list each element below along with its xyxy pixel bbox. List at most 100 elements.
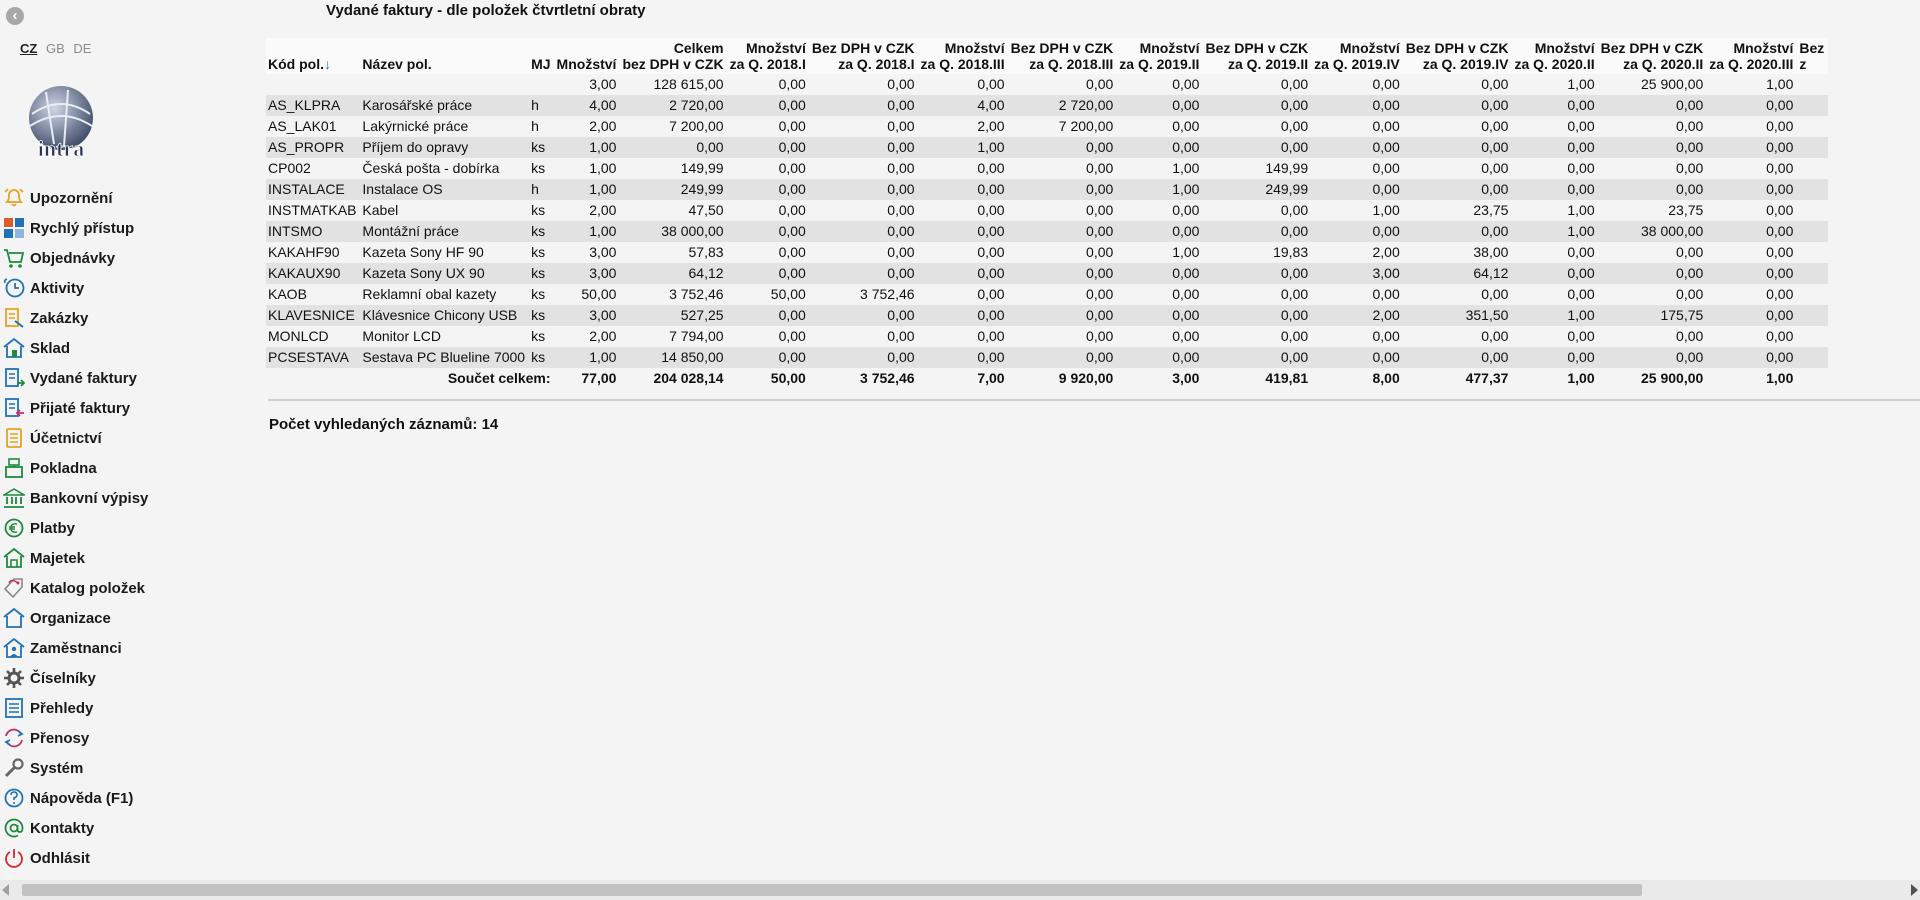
nav-item-label: Majetek <box>30 549 86 567</box>
table-cell: 0,00 <box>1481 181 1509 197</box>
table-cell: 2,00 <box>1372 307 1400 323</box>
lang-cz[interactable]: CZ <box>20 41 37 56</box>
sidebar: ‹ CZ GB DE intra Upozornění Rychlý přístu… <box>0 0 262 880</box>
table-cell: 0,00 <box>1086 286 1114 302</box>
table-row[interactable]: KLAVESNICE Klávesnice Chicony USB ks 3,00 52… <box>266 305 1829 326</box>
nav-item-received-invoice[interactable]: Přijaté faktury <box>0 393 262 423</box>
table-row[interactable]: INSTALACE Instalace OS h 1,00 249,99 0,00 0,00… <box>266 179 1829 200</box>
nav-item-employees[interactable]: Zaměstnanci <box>0 633 262 663</box>
table-cell: 0,00 <box>887 181 915 197</box>
table-row[interactable]: INTSMO Montážní práce ks 1,00 38 000,00 0,00 0… <box>266 221 1829 242</box>
table-cell: 149,99 <box>680 160 724 176</box>
table-row[interactable]: AS_KLPRA Karosářské práce h 4,00 2 720,00 0,0… <box>266 95 1829 116</box>
table-cell: 0,00 <box>1481 139 1509 155</box>
nav-item-clock[interactable]: Aktivity <box>0 273 262 303</box>
nav-item-power[interactable]: Odhlásit <box>0 843 262 873</box>
column-header[interactable]: Název pol. <box>360 38 530 74</box>
table-cell <box>1797 137 1828 158</box>
record-count: Počet vyhledaných záznamů: 14 <box>269 416 499 433</box>
nav-item-quick-access[interactable]: Rychlý přístup <box>0 213 262 243</box>
column-header[interactable]: Bez DPH v CZK za Q. 2019.II <box>1203 38 1313 74</box>
column-header[interactable]: Množství za Q. 2018.III <box>918 38 1009 74</box>
table-row[interactable]: MONLCD Monitor LCD ks 2,00 7 794,00 0,00 0,00 0… <box>266 326 1829 347</box>
column-header[interactable]: Kód pol.↓ <box>266 38 361 74</box>
table-row[interactable]: KAKAHF90 Kazeta Sony HF 90 ks 3,00 57,83 0,00… <box>266 242 1829 263</box>
table-cell: 0,00 <box>1280 349 1309 365</box>
table-cell: 0,00 <box>1676 265 1704 281</box>
nav-item-issued-invoice[interactable]: Vydané faktury <box>0 363 262 393</box>
report-table-wrapper: Kód pol.↓ Název pol. MJ Množství Celkem bez D… <box>266 38 1920 389</box>
table-row[interactable]: AS_LAK01 Lakýrnické práce h 2,00 7 200,00 0,0… <box>266 116 1829 137</box>
lang-de[interactable]: DE <box>73 41 91 56</box>
column-header[interactable]: Bez DPH v CZK za Q. 2020.II <box>1598 38 1708 74</box>
nav-item-wrench[interactable]: Systém <box>0 753 262 783</box>
nav-item-at[interactable]: Kontakty <box>0 813 262 843</box>
column-header[interactable]: Množství za Q. 2020.II <box>1512 38 1599 74</box>
nav-item-property[interactable]: Majetek <box>0 543 262 573</box>
table-cell: 0,00 <box>1172 265 1200 281</box>
lang-gb[interactable]: GB <box>46 41 65 56</box>
nav-item-bell[interactable]: Upozornění <box>0 183 262 213</box>
nav-item-warehouse[interactable]: Sklad <box>0 333 262 363</box>
table-cell: ks <box>531 160 546 176</box>
column-header[interactable]: Množství za Q. 2018.I <box>727 38 810 74</box>
nav-item-gear[interactable]: Číselníky <box>0 663 262 693</box>
nav-item-organization[interactable]: Organizace <box>0 603 262 633</box>
nav-item-cash-register[interactable]: Pokladna <box>0 453 262 483</box>
table-cell: 0,00 <box>1172 139 1200 155</box>
table-cell: 25 900,00 <box>1641 76 1704 92</box>
column-header[interactable]: Množství za Q. 2020.III <box>1707 38 1798 74</box>
table-cell: 0,00 <box>887 76 915 92</box>
nav-item-accounting[interactable]: Účetnictví <box>0 423 262 453</box>
table-cell: 2 720,00 <box>1058 97 1114 113</box>
nav-item-tag[interactable]: Katalog položek <box>0 573 262 603</box>
intra-logo: intra <box>18 84 104 164</box>
table-cell: 0,00 <box>1567 160 1595 176</box>
nav-item-payments[interactable]: Platby <box>0 513 262 543</box>
table-row[interactable]: KAKAUX90 Kazeta Sony UX 90 ks 3,00 64,12 0,00… <box>266 263 1829 284</box>
back-button[interactable]: ‹ <box>6 7 24 25</box>
nav-item-help[interactable]: Nápověda (F1) <box>0 783 262 813</box>
column-header[interactable]: Množství <box>554 38 621 74</box>
scroll-left-icon[interactable] <box>2 884 9 896</box>
table-cell: h <box>531 181 539 197</box>
nav-item-contracts[interactable]: Zakázky <box>0 303 262 333</box>
column-header[interactable]: Množství za Q. 2019.IV <box>1312 38 1404 74</box>
table-row[interactable]: INSTMATKAB Kabel ks 2,00 47,50 0,00 0,00 0,00 0,… <box>266 200 1829 221</box>
column-header[interactable]: Bez z <box>1797 38 1829 74</box>
horizontal-scrollbar[interactable] <box>0 880 1920 900</box>
column-header[interactable]: Celkem bez DPH v CZK <box>620 38 728 74</box>
table-row[interactable]: KAOB Reklamní obal kazety ks 50,00 3 752,46 5… <box>266 284 1829 305</box>
table-cell: 149,99 <box>1265 160 1309 176</box>
table-cell <box>1797 263 1828 284</box>
nav-item-list[interactable]: Přehledy <box>0 693 262 723</box>
scrollbar-thumb[interactable] <box>22 884 1642 896</box>
nav-item-cart[interactable]: Objednávky <box>0 243 262 273</box>
nav-item-label: Sklad <box>30 339 71 357</box>
table-row[interactable]: AS_PROPR Příjem do opravy ks 1,00 0,00 0,00 0,… <box>266 137 1829 158</box>
logo-text: intra <box>38 136 84 161</box>
totals-row: Součet celkem: 77,00 204 028,14 50,00 3 752,… <box>266 368 1828 389</box>
column-header[interactable]: Množství za Q. 2019.II <box>1117 38 1204 74</box>
table-cell: 0,00 <box>1766 97 1794 113</box>
column-header[interactable]: Bez DPH v CZK za Q. 2018.III <box>1008 38 1118 74</box>
table-cell: 0,00 <box>887 349 915 365</box>
scroll-right-icon[interactable] <box>1911 884 1918 896</box>
nav-item-bank[interactable]: Bankovní výpisy <box>0 483 262 513</box>
nav-item-sync[interactable]: Přenosy <box>0 723 262 753</box>
header-line2: za Q. 2018.III <box>920 56 1005 72</box>
list-icon <box>0 697 30 719</box>
table-cell: 0,00 <box>1567 181 1595 197</box>
table-cell: 2,00 <box>589 328 617 344</box>
table-row[interactable]: 3,00 128 615,00 0,00 0,00 0,00 0,00 0,00 0,00 0,… <box>266 74 1829 95</box>
sort-down-icon[interactable]: ↓ <box>324 56 331 72</box>
column-header[interactable]: MJ <box>529 38 555 74</box>
table-cell: 0,00 <box>887 223 915 239</box>
column-header[interactable]: Bez DPH v CZK za Q. 2019.IV <box>1403 38 1513 74</box>
table-cell: 50,00 <box>581 286 617 302</box>
nav-item-label: Bankovní výpisy <box>30 489 149 507</box>
column-header[interactable]: Bez DPH v CZK za Q. 2018.I <box>809 38 919 74</box>
table-cell: h <box>531 118 539 134</box>
table-row[interactable]: PCSESTAVA Sestava PC Blueline 7000 ks 1,00 1… <box>266 347 1829 368</box>
table-row[interactable]: CP002 Česká pošta - dobírka ks 1,00 149,99 0,… <box>266 158 1829 179</box>
